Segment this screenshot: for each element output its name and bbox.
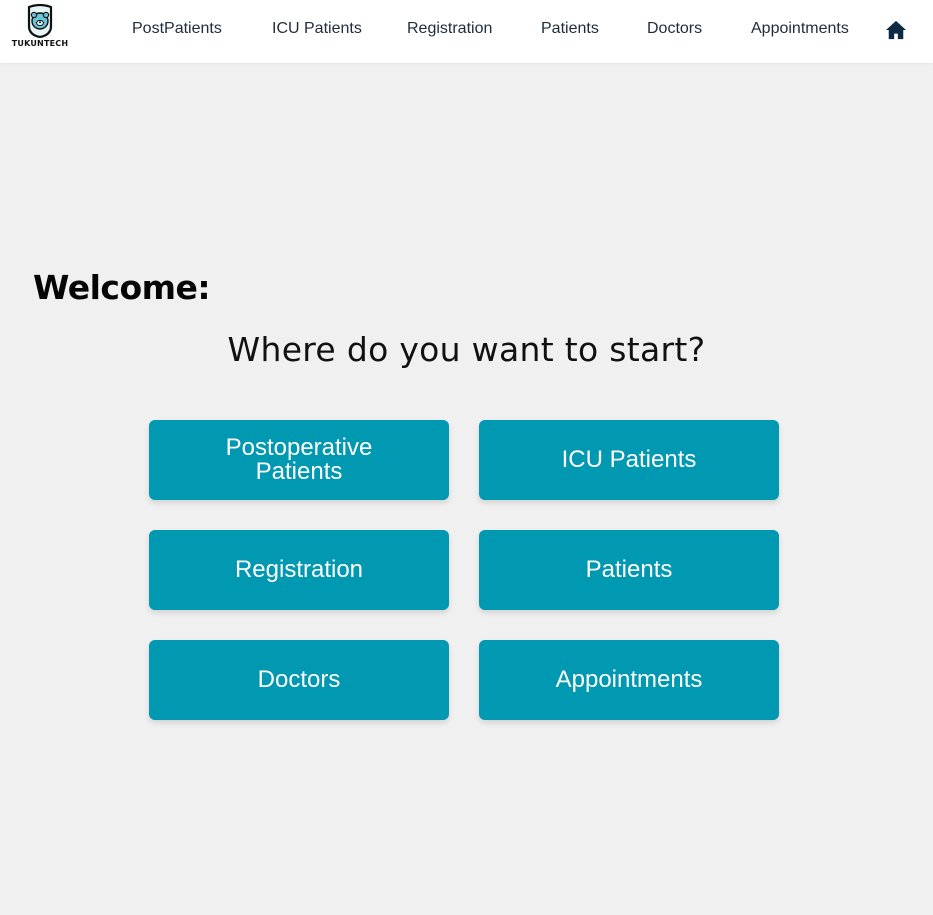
brand-name: TUKUNTECH [11,39,69,48]
nav-registration-link[interactable]: Registration [407,20,492,38]
appointments-button[interactable]: Appointments [479,640,779,720]
icu-patients-button[interactable]: ICU Patients [479,420,779,500]
nav-patients-link[interactable]: Patients [541,20,599,38]
nav-icu-patients-link[interactable]: ICU Patients [272,20,362,38]
bear-shield-icon [27,4,53,38]
start-prompt: Where do you want to start? [227,330,706,369]
welcome-heading: Welcome: [33,268,211,307]
postoperative-patients-button[interactable]: Postoperative Patients [149,420,449,500]
nav-postpatients-link[interactable]: PostPatients [132,20,222,38]
top-navbar: TUKUNTECH PostPatients ICU Patients Regi… [0,0,933,63]
patients-button[interactable]: Patients [479,530,779,610]
nav-doctors-link[interactable]: Doctors [647,20,702,38]
doctors-button[interactable]: Doctors [149,640,449,720]
home-icon[interactable] [885,20,907,40]
nav-appointments-link[interactable]: Appointments [751,20,849,38]
brand-logo[interactable]: TUKUNTECH [10,4,70,50]
registration-button[interactable]: Registration [149,530,449,610]
